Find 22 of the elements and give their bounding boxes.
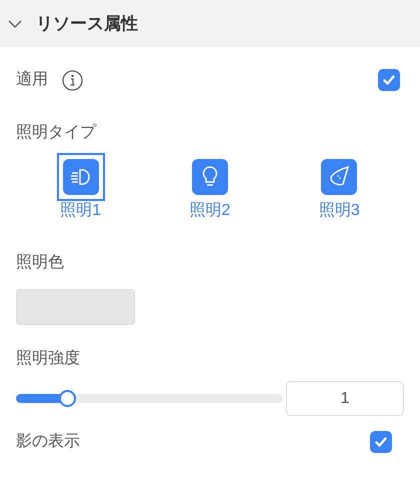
lightbulb-icon xyxy=(192,159,228,195)
light-type-option[interactable]: 照明1 xyxy=(16,153,146,221)
checkbox[interactable] xyxy=(370,431,392,453)
field-label: 照明タイプ xyxy=(16,122,98,143)
section-header[interactable]: リソース属性 xyxy=(0,0,420,47)
light-type-option[interactable]: 照明2 xyxy=(145,153,275,221)
value-input[interactable]: 1 xyxy=(286,381,404,416)
info-icon[interactable] xyxy=(62,70,83,90)
field-label: 適用 xyxy=(16,70,48,90)
field-label: 照明強度 xyxy=(16,348,81,369)
headlight-icon xyxy=(62,159,99,195)
color-swatch[interactable] xyxy=(16,289,135,325)
checkbox[interactable] xyxy=(378,69,400,91)
section-title: リソース属性 xyxy=(36,12,138,35)
cone-icon xyxy=(321,159,358,195)
slider-thumb[interactable] xyxy=(58,390,76,407)
checkmark-icon xyxy=(374,435,388,449)
field-label: 影の表示 xyxy=(16,432,80,452)
field-label: 照明色 xyxy=(16,253,65,273)
chevron-down-icon xyxy=(8,18,22,28)
checkmark-icon xyxy=(382,73,396,87)
light-type-option[interactable]: 照明3 xyxy=(274,153,404,221)
